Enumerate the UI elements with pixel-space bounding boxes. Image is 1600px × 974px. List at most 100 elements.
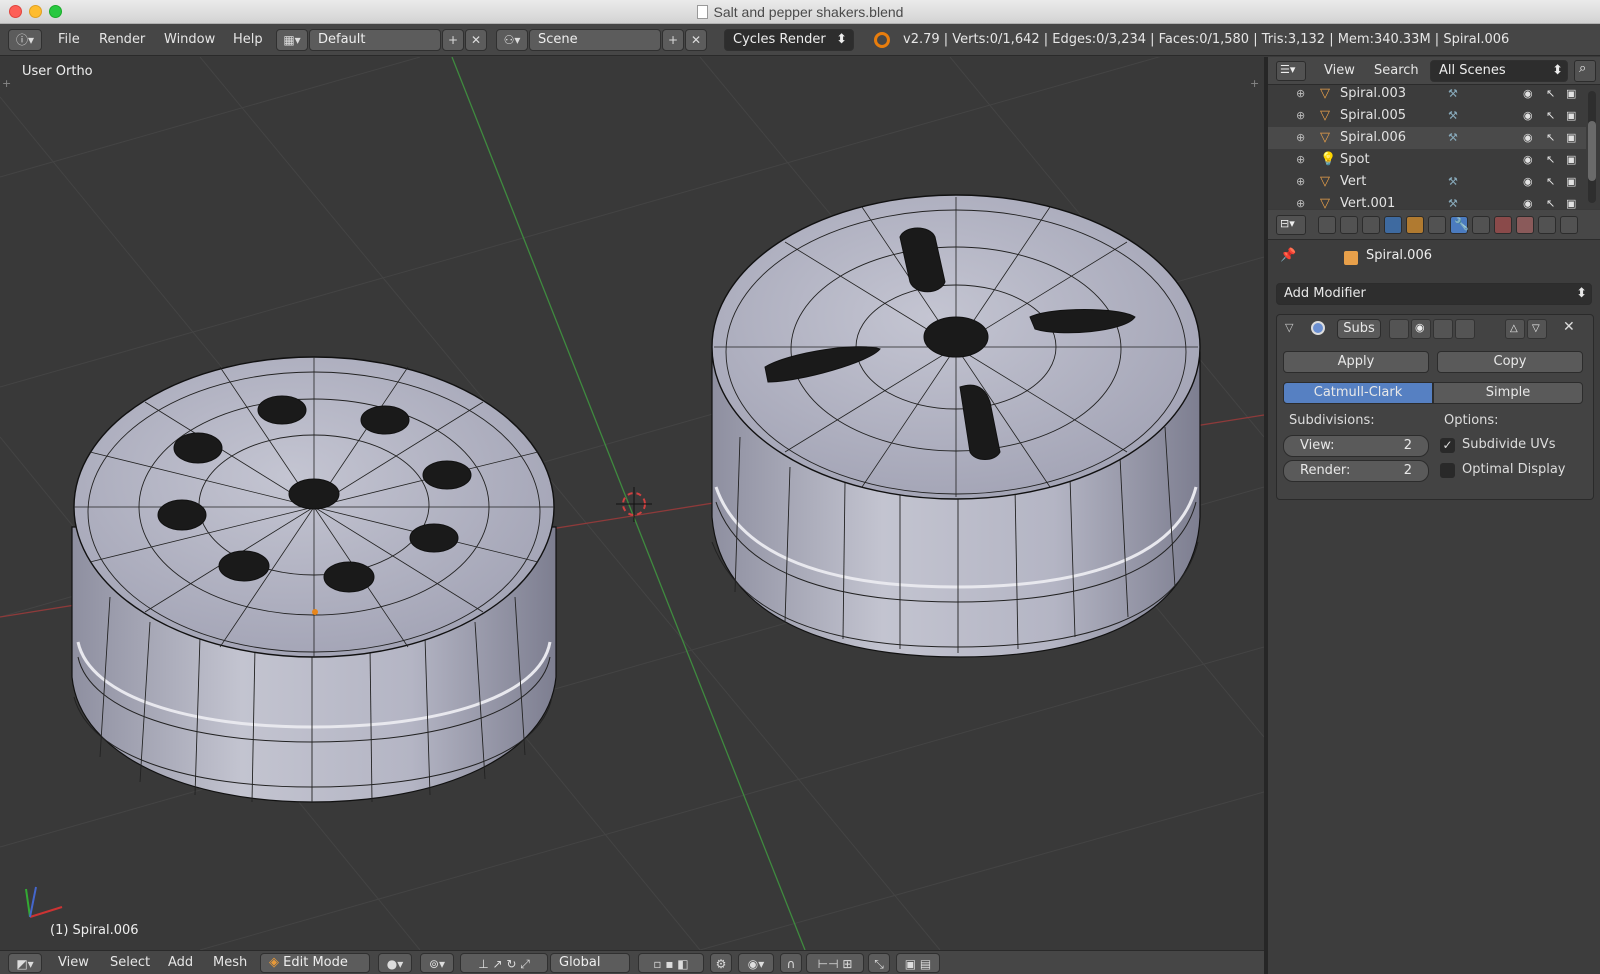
render-engine-select[interactable]: Cycles Render ⬍ [724, 29, 854, 51]
collapse-panel-icon[interactable]: ▽ [1285, 321, 1293, 334]
outliner-menu-view[interactable]: View [1324, 61, 1355, 81]
selectability-cursor-icon[interactable]: ↖ [1546, 105, 1555, 127]
outliner-menu-search[interactable]: Search [1374, 61, 1419, 81]
modifier-name-field[interactable]: Subs [1337, 319, 1381, 339]
tab-data[interactable] [1472, 216, 1490, 234]
editor-type-outliner-button[interactable]: ☰▾ [1276, 61, 1306, 81]
outliner-item[interactable]: ⊕ 💡 Spot ◉ ↖ ▣ [1268, 149, 1586, 171]
tab-render-layers[interactable] [1340, 216, 1358, 234]
visibility-eye-icon[interactable]: ◉ [1523, 149, 1533, 171]
expand-icon[interactable]: ⊕ [1296, 127, 1305, 149]
visibility-eye-icon[interactable]: ◉ [1523, 127, 1533, 149]
remove-scene-button[interactable]: ✕ [685, 29, 707, 51]
move-modifier-down-button[interactable]: ▽ [1527, 319, 1547, 339]
show-in-render-button[interactable] [1389, 319, 1409, 339]
outliner-display-mode-select[interactable]: All Scenes ⬍ [1430, 60, 1568, 82]
optimal-display-checkbox[interactable] [1440, 463, 1455, 478]
screen-layout-field[interactable]: Default [309, 29, 441, 51]
renderability-camera-icon[interactable]: ▣ [1566, 105, 1576, 127]
renderability-camera-icon[interactable]: ▣ [1566, 149, 1576, 171]
renderability-camera-icon[interactable]: ▣ [1566, 127, 1576, 149]
menu-render[interactable]: Render [99, 30, 145, 50]
add-screen-button[interactable]: + [442, 29, 464, 51]
selectability-cursor-icon[interactable]: ↖ [1546, 83, 1555, 105]
occlude-geometry-button[interactable]: ⚙ [710, 953, 732, 973]
menu-select[interactable]: Select [110, 953, 150, 973]
tab-object[interactable] [1406, 216, 1424, 234]
menu-view[interactable]: View [58, 953, 89, 973]
outliner-item[interactable]: ⊕ ▽ Vert ⚒ ◉ ↖ ▣ [1268, 171, 1586, 193]
expand-properties-icon[interactable]: + [1250, 77, 1259, 90]
subdivide-uvs-checkbox[interactable]: ✓ [1440, 438, 1455, 453]
tab-physics[interactable] [1560, 216, 1578, 234]
tab-material[interactable] [1494, 216, 1512, 234]
selectability-cursor-icon[interactable]: ↖ [1546, 127, 1555, 149]
outliner-item[interactable]: ⊕ ▽ Spiral.003 ⚒ ◉ ↖ ▣ [1268, 83, 1586, 105]
expand-icon[interactable]: ⊕ [1296, 105, 1305, 127]
renderability-camera-icon[interactable]: ▣ [1566, 83, 1576, 105]
outliner-item[interactable]: ⊕ ▽ Spiral.006 ⚒ ◉ ↖ ▣ [1268, 127, 1586, 149]
transform-orientation-select[interactable]: Global [550, 953, 630, 973]
remove-modifier-button[interactable]: ✕ [1563, 319, 1575, 335]
manipulator-toggles[interactable]: ⊥ ↗ ↻ ⤢ [460, 953, 548, 973]
pivot-point-button[interactable]: ⊚▾ [420, 953, 454, 973]
scene-browse-button[interactable]: ⚇▾ [496, 29, 528, 51]
render-subdivisions-field[interactable]: Render: 2 [1283, 460, 1429, 482]
snap-toggle-button[interactable]: ∩ [780, 953, 802, 973]
render-buttons[interactable]: ▣ ▤ [896, 953, 940, 973]
catmull-clark-button[interactable]: Catmull-Clark [1283, 382, 1433, 404]
add-scene-button[interactable]: + [662, 29, 684, 51]
copy-button[interactable]: Copy [1437, 351, 1583, 373]
selectability-cursor-icon[interactable]: ↖ [1546, 171, 1555, 193]
outliner-search-button[interactable]: ⌕ [1574, 60, 1596, 82]
pin-icon[interactable]: 📌 [1280, 248, 1296, 263]
selectability-cursor-icon[interactable]: ↖ [1546, 149, 1555, 171]
menu-file[interactable]: File [58, 30, 80, 50]
screen-layout-browse-button[interactable]: ▦▾ [276, 29, 308, 51]
proportional-edit-button[interactable]: ◉▾ [738, 953, 774, 973]
outliner-scrollbar[interactable] [1588, 91, 1596, 203]
tab-constraints[interactable] [1428, 216, 1446, 234]
visibility-eye-icon[interactable]: ◉ [1523, 83, 1533, 105]
tab-modifiers[interactable]: 🔧 [1450, 216, 1469, 234]
menu-window[interactable]: Window [164, 30, 215, 50]
mode-select[interactable]: ◈ Edit Mode [260, 953, 370, 973]
tab-texture[interactable] [1516, 216, 1534, 234]
show-in-editmode-button[interactable] [1433, 319, 1453, 339]
show-in-viewport-button[interactable]: ◉ [1411, 319, 1431, 339]
modifier-wrench-icon[interactable]: ⚒ [1448, 127, 1458, 149]
viewport-shading-button[interactable]: ●▾ [378, 953, 412, 973]
expand-toolbar-icon[interactable]: + [2, 77, 11, 90]
select-mode-buttons[interactable]: ▫ ▪ ◧ [638, 953, 704, 973]
move-modifier-up-button[interactable]: △ [1505, 319, 1525, 339]
view-subdivisions-field[interactable]: View: 2 [1283, 435, 1429, 457]
modifier-wrench-icon[interactable]: ⚒ [1448, 171, 1458, 193]
maximize-window-button[interactable] [49, 5, 62, 18]
remove-screen-button[interactable]: ✕ [465, 29, 487, 51]
close-window-button[interactable] [9, 5, 22, 18]
expand-icon[interactable]: ⊕ [1296, 149, 1305, 171]
subdivide-uvs-label[interactable]: Subdivide UVs [1462, 437, 1555, 452]
optimal-display-label[interactable]: Optimal Display [1462, 462, 1566, 477]
tab-particles[interactable] [1538, 216, 1556, 234]
scene-field[interactable]: Scene [529, 29, 661, 51]
modifier-wrench-icon[interactable]: ⚒ [1448, 105, 1458, 127]
3d-viewport[interactable]: User Ortho (1) Spiral.006 + + [0, 57, 1264, 950]
renderability-camera-icon[interactable]: ▣ [1566, 171, 1576, 193]
editor-type-info-button[interactable]: ⓘ▾ [8, 29, 42, 51]
modifier-wrench-icon[interactable]: ⚒ [1448, 83, 1458, 105]
minimize-window-button[interactable] [29, 5, 42, 18]
add-modifier-select[interactable]: Add Modifier ⬍ [1276, 283, 1592, 305]
tab-render[interactable] [1318, 216, 1336, 234]
snap-element-button[interactable]: ⊢⊣ ⊞ [806, 953, 864, 973]
editor-type-3d-button[interactable]: ◩▾ [8, 953, 42, 973]
visibility-eye-icon[interactable]: ◉ [1523, 171, 1533, 193]
tab-scene[interactable] [1362, 216, 1380, 234]
visibility-eye-icon[interactable]: ◉ [1523, 105, 1533, 127]
menu-add[interactable]: Add [168, 953, 193, 973]
apply-button[interactable]: Apply [1283, 351, 1429, 373]
tab-world[interactable] [1384, 216, 1402, 234]
simple-button[interactable]: Simple [1433, 382, 1583, 404]
show-on-cage-button[interactable] [1455, 319, 1475, 339]
expand-icon[interactable]: ⊕ [1296, 171, 1305, 193]
